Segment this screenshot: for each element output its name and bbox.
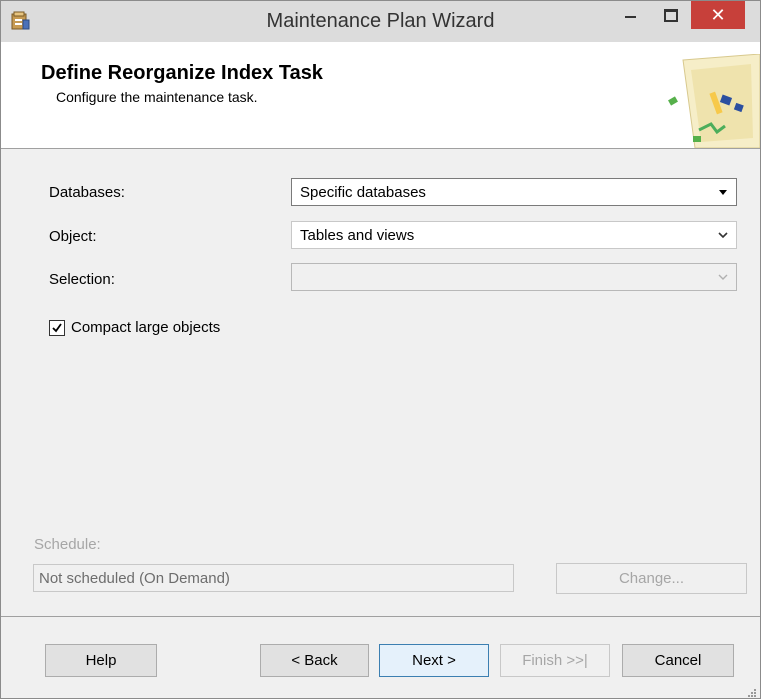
schedule-label: Schedule:	[34, 536, 101, 553]
object-value: Tables and views	[300, 227, 415, 244]
cancel-button[interactable]: Cancel	[622, 644, 734, 677]
object-label: Object:	[49, 228, 97, 245]
chevron-down-icon	[716, 270, 730, 284]
chevron-down-icon[interactable]	[716, 228, 730, 242]
close-icon: ✕	[710, 5, 726, 25]
checkmark-icon	[52, 323, 62, 333]
finish-button: Finish >>|	[500, 644, 610, 677]
wizard-header: Define Reorganize Index Task Configure t…	[1, 42, 760, 149]
object-dropdown[interactable]: Tables and views	[291, 221, 737, 249]
close-button[interactable]: ✕	[691, 1, 745, 29]
page-title: Define Reorganize Index Task	[41, 62, 323, 84]
databases-dropdown[interactable]: Specific databases	[291, 178, 737, 206]
schedule-field: Not scheduled (On Demand)	[33, 564, 514, 592]
schedule-value: Not scheduled (On Demand)	[39, 570, 230, 587]
databases-value: Specific databases	[300, 184, 426, 201]
wizard-window: Maintenance Plan Wizard ✕ Define Reorgan…	[0, 0, 761, 699]
page-subtitle: Configure the maintenance task.	[56, 89, 258, 105]
selection-label: Selection:	[49, 271, 115, 288]
compact-large-objects-label: Compact large objects	[71, 319, 221, 336]
resize-grip-icon[interactable]	[747, 685, 757, 697]
change-schedule-button: Change...	[556, 563, 747, 594]
back-button[interactable]: < Back	[260, 644, 369, 677]
maintenance-task-graphic-icon	[665, 53, 760, 149]
footer-separator	[1, 616, 760, 617]
dropdown-arrow-icon[interactable]	[716, 185, 730, 199]
help-button[interactable]: Help	[45, 644, 157, 677]
compact-large-objects-checkbox[interactable]	[49, 320, 65, 336]
databases-label: Databases:	[49, 184, 125, 201]
maximize-button[interactable]	[653, 1, 687, 29]
title-bar[interactable]: Maintenance Plan Wizard ✕	[1, 1, 760, 42]
minimize-button[interactable]	[613, 1, 647, 29]
selection-dropdown	[291, 263, 737, 291]
next-button[interactable]: Next >	[379, 644, 489, 677]
